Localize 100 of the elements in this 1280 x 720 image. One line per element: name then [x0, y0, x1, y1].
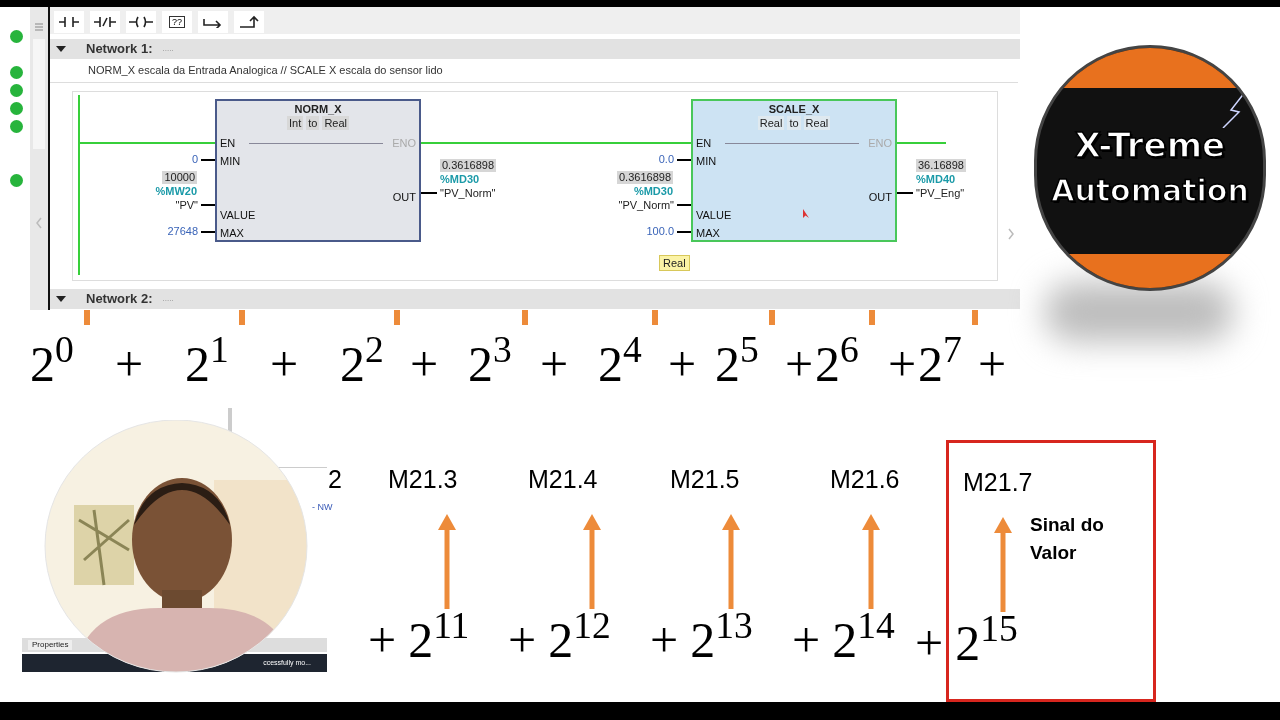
power-term: 2$^{12}$ [548, 609, 611, 670]
empty-box-button[interactable]: ?? [169, 15, 185, 28]
tick-mark [239, 310, 245, 325]
plus-sign: + [978, 335, 1007, 394]
bit-label: M21.7 [963, 467, 1033, 497]
block-type: Real [757, 116, 785, 130]
collapse-icon[interactable] [56, 294, 66, 304]
power-term: 2$^{14}$ [832, 609, 895, 670]
plus-sign: + [410, 335, 439, 394]
block-type: Real [803, 116, 831, 130]
constant-value: 27648 [166, 225, 199, 238]
power-term: 2$^{4}$ [598, 334, 642, 394]
power-term: 2$^{11}$ [408, 609, 470, 670]
tag-address: %MW20 [155, 184, 197, 198]
power-term: 2$^{1}$ [185, 334, 229, 394]
plus-sign: + [668, 335, 697, 394]
plus-sign: + [792, 611, 821, 670]
bit-label: 2 [328, 464, 342, 494]
plus-sign: + [650, 611, 679, 670]
tick-mark [972, 310, 978, 325]
network-placeholder: ..... [162, 43, 174, 55]
monitor-value: 0.3616898 [440, 159, 496, 172]
power-flow-line [897, 142, 946, 144]
tick-mark [652, 310, 658, 325]
tag-name: "PV_Norm" [439, 186, 496, 200]
eno-label: ENO [868, 137, 892, 150]
power-term: 2$^{3}$ [468, 334, 512, 394]
constant-value: 0 [190, 153, 199, 166]
pin-label: MIN [696, 155, 717, 168]
function-block[interactable]: NORM_X Int to Real EN MIN VALUE MAX ENO OUT [215, 99, 421, 242]
power-term: 2$^{13}$ [690, 609, 753, 670]
plus-sign: + [915, 614, 944, 673]
pin-label: OUT [868, 191, 892, 204]
bit-label: M21.5 [670, 464, 740, 494]
network-title: Network 1: [86, 40, 153, 59]
tag-name: "PV" [175, 198, 199, 212]
block-name: NORM_X [294, 102, 342, 116]
bit-label: M21.4 [528, 464, 598, 494]
monitor-value: 0.3616898 [617, 171, 673, 184]
pin-label: MAX [220, 227, 244, 240]
network-header[interactable]: Network 1: ..... [50, 39, 1020, 59]
monitor-value: 10000 [162, 171, 197, 184]
plus-sign: + [115, 335, 144, 394]
tick-mark [769, 310, 775, 325]
network-placeholder: ..... [162, 293, 174, 305]
logo-text: Automation [1051, 172, 1249, 210]
pin-label: MAX [696, 227, 720, 240]
pin-label: VALUE [220, 209, 256, 222]
tag-address: %MD40 [916, 172, 957, 186]
power-term: 2$^{7}$ [918, 334, 962, 394]
close-branch-icon[interactable] [239, 14, 259, 29]
link-text[interactable]: - NW [312, 502, 333, 512]
block-type: to [787, 116, 801, 130]
tick-mark [522, 310, 528, 325]
plus-sign: + [785, 335, 814, 394]
negated-contact-icon[interactable] [93, 15, 117, 28]
coil-icon[interactable] [128, 15, 154, 28]
pin-label: EN [220, 137, 236, 150]
bit-label: M21.3 [388, 464, 458, 494]
block-type: to [306, 116, 320, 130]
collapse-icon[interactable] [56, 44, 66, 54]
sign-note: Sinal do Valor [1030, 513, 1105, 565]
constant-value: 0.0 [657, 153, 675, 166]
tick-mark [84, 310, 90, 325]
function-block[interactable]: SCALE_X Real to Real EN MIN VALUE MAX ENO OUT [691, 99, 897, 242]
type-hint: Real [659, 255, 690, 271]
power-term: 2$^{2}$ [340, 334, 384, 394]
power-term: 2$^{0}$ [30, 334, 74, 394]
network-title: Network 2: [86, 290, 153, 309]
constant-value: 100.0 [645, 225, 675, 238]
eno-label: ENO [392, 137, 416, 150]
tick-mark [869, 310, 875, 325]
block-type: Real [322, 116, 349, 130]
cursor-icon [803, 209, 811, 219]
properties-tab[interactable]: Properties [28, 640, 73, 650]
pin-label: EN [696, 137, 712, 150]
network-comment[interactable]: NORM_X escala da Entrada Analogica // SCALE X escala do sensor lido [50, 59, 1018, 83]
power-term: 2$^{6}$ [815, 334, 859, 394]
pin-label: MIN [220, 155, 241, 168]
plus-sign: + [508, 611, 537, 670]
pin-label: OUT [392, 191, 416, 204]
power-term: 2$^{5}$ [715, 334, 759, 394]
plus-sign: + [368, 611, 397, 670]
plus-sign: + [888, 335, 917, 394]
monitor-value: 36.16898 [916, 159, 966, 172]
power-term: 2$^{15}$ [955, 612, 1018, 673]
contact-icon[interactable] [58, 15, 80, 28]
logo-text: X-Treme [1074, 124, 1226, 167]
plus-sign: + [540, 335, 569, 394]
tag-address: %MD30 [633, 184, 673, 198]
block-name: SCALE_X [768, 102, 820, 116]
plus-sign: + [270, 335, 299, 394]
bit-label: M21.6 [830, 464, 900, 494]
block-type: Int [286, 116, 304, 130]
tag-name: "PV_Eng" [915, 186, 965, 200]
network-header[interactable]: Network 2: ..... [50, 289, 1020, 309]
pin-label: VALUE [696, 209, 732, 222]
tick-mark [394, 310, 400, 325]
tag-address: %MD30 [440, 172, 481, 186]
tag-name: "PV_Norm" [618, 198, 675, 212]
